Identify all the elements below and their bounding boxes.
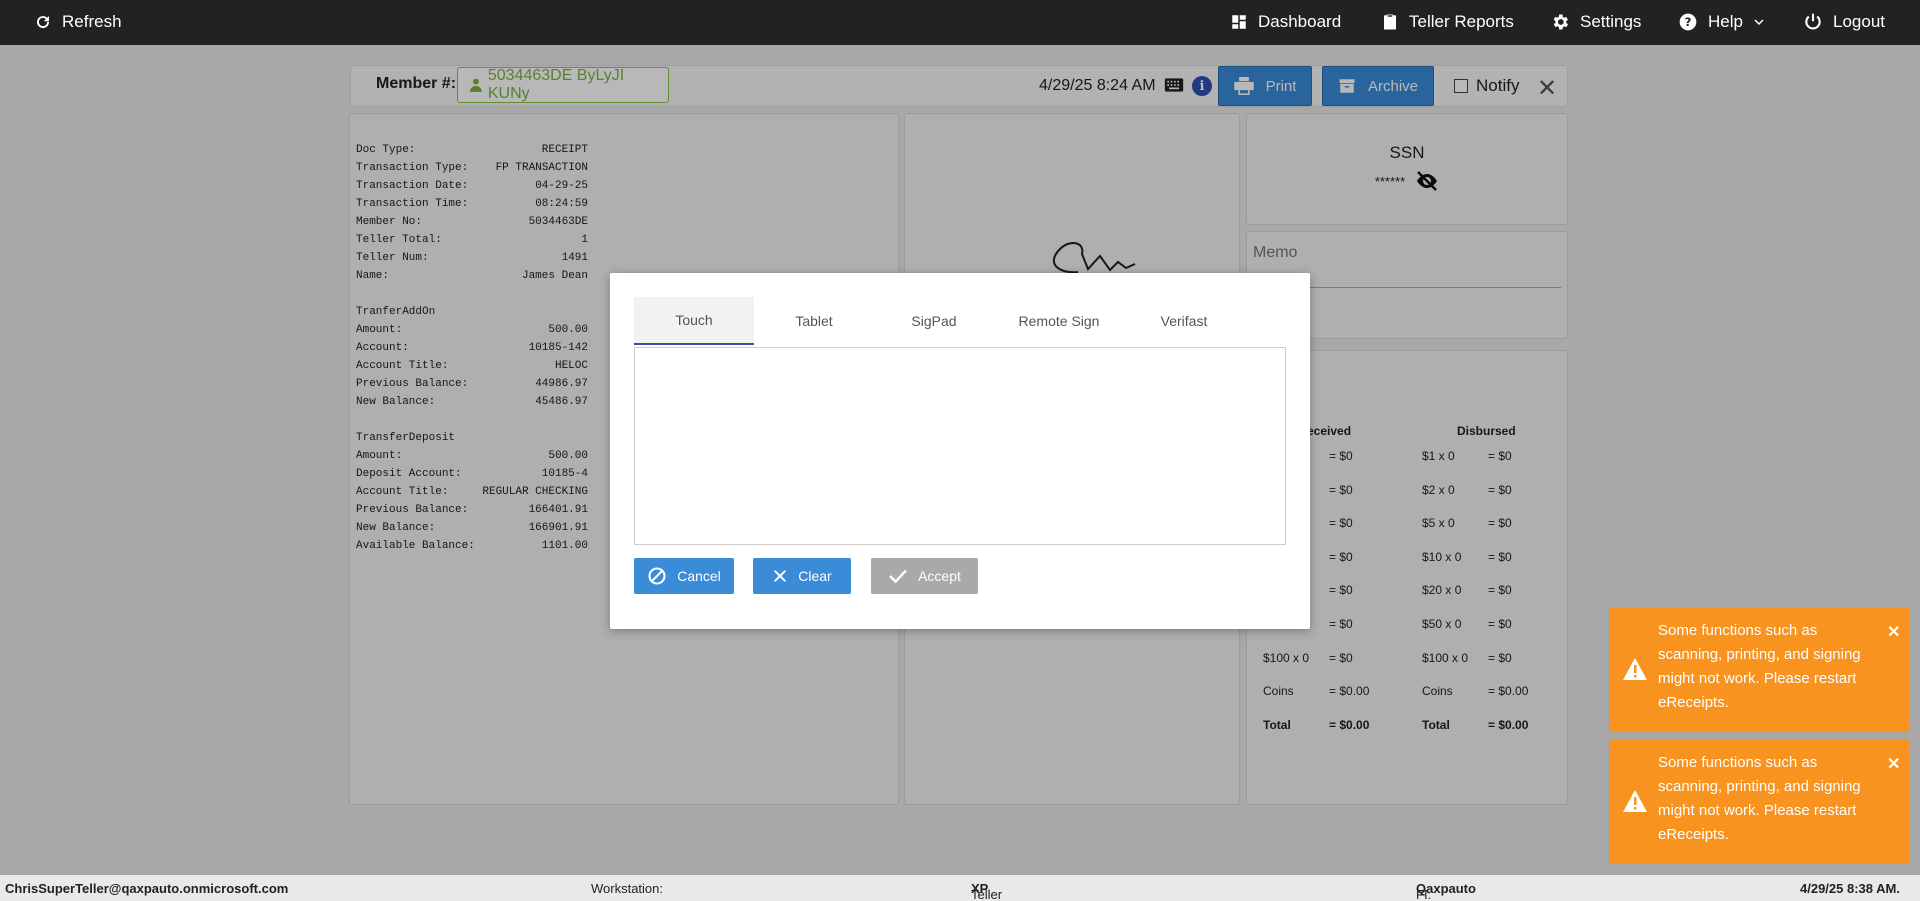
footer-datetime: 4/29/25 8:38 AM. — [1800, 881, 1900, 896]
svg-text:?: ? — [1685, 15, 1692, 29]
top-nav-bar: Refresh Dashboard Teller Reports Setting… — [0, 0, 1920, 45]
tab-verifast[interactable]: Verifast — [1124, 297, 1244, 345]
ban-icon — [648, 567, 666, 585]
gear-icon — [1553, 14, 1568, 30]
nav-dashboard-label: Dashboard — [1258, 12, 1342, 31]
footer-platform: Teller Platform: XP — [971, 881, 1002, 901]
footer-user: ChrisSuperTeller@qaxpauto.onmicrosoft.co… — [5, 881, 289, 896]
nav-help[interactable]: ? Help — [1678, 12, 1765, 32]
nav-settings[interactable]: Settings — [1550, 12, 1641, 32]
status-footer: ChrisSuperTeller@qaxpauto.onmicrosoft.co… — [0, 875, 1920, 901]
warning-icon — [1623, 790, 1647, 812]
footer-workstation: Workstation: — [591, 881, 664, 896]
toast-close-icon[interactable]: ✕ — [1887, 753, 1900, 777]
nav-dashboard[interactable]: Dashboard — [1230, 12, 1341, 32]
chevron-down-icon — [1754, 19, 1764, 26]
signature-canvas[interactable] — [634, 347, 1286, 545]
cancel-label: Cancel — [677, 568, 721, 584]
tab-verifast-label: Verifast — [1160, 313, 1208, 329]
nav-help-label: Help — [1708, 12, 1743, 31]
footer-platform-label: Teller Platform: — [971, 887, 1003, 901]
toast-close-icon[interactable]: ✕ — [1887, 621, 1900, 645]
refresh-icon — [37, 16, 50, 29]
tab-remote-sign-label: Remote Sign — [1018, 313, 1100, 329]
accept-button[interactable]: Accept — [871, 558, 978, 594]
toast-message: Some functions such as scanning, printin… — [1658, 754, 1861, 843]
refresh-label: Refresh — [62, 12, 122, 31]
toast-message: Some functions such as scanning, printin… — [1658, 622, 1861, 711]
footer-fi-label: FI: — [1416, 887, 1432, 901]
footer-fi: FI: Qaxpauto — [1416, 881, 1476, 901]
nav-settings-label: Settings — [1580, 12, 1642, 31]
nav-teller-reports-label: Teller Reports — [1409, 12, 1514, 31]
tab-sigpad-label: SigPad — [911, 313, 957, 329]
check-icon — [889, 569, 907, 584]
warning-toast: Some functions such as scanning, printin… — [1609, 739, 1909, 864]
tab-tablet-label: Tablet — [795, 313, 833, 329]
tab-touch-label: Touch — [675, 312, 713, 328]
tab-touch[interactable]: Touch — [634, 297, 754, 345]
warning-icon — [1623, 658, 1647, 680]
help-icon: ? — [1679, 13, 1697, 31]
refresh-button[interactable]: Refresh — [34, 12, 122, 32]
tab-tablet[interactable]: Tablet — [754, 297, 874, 345]
tab-sigpad[interactable]: SigPad — [874, 297, 994, 345]
clear-button[interactable]: Clear — [753, 558, 851, 594]
signature-modal: Touch Tablet SigPad Remote Sign Verifast… — [610, 273, 1310, 629]
power-icon — [1805, 13, 1821, 30]
warning-toast: Some functions such as scanning, printin… — [1609, 607, 1909, 732]
nav-logout[interactable]: Logout — [1803, 12, 1885, 32]
signature-tabs: Touch Tablet SigPad Remote Sign Verifast — [634, 297, 1286, 345]
cancel-button[interactable]: Cancel — [634, 558, 734, 594]
dashboard-icon — [1232, 15, 1246, 29]
nav-teller-reports[interactable]: Teller Reports — [1381, 12, 1514, 32]
accept-label: Accept — [918, 568, 961, 584]
clipboard-icon — [1384, 14, 1396, 30]
nav-logout-label: Logout — [1833, 12, 1885, 31]
tab-remote-sign[interactable]: Remote Sign — [994, 297, 1124, 345]
x-icon — [774, 569, 787, 583]
clear-label: Clear — [798, 568, 832, 584]
